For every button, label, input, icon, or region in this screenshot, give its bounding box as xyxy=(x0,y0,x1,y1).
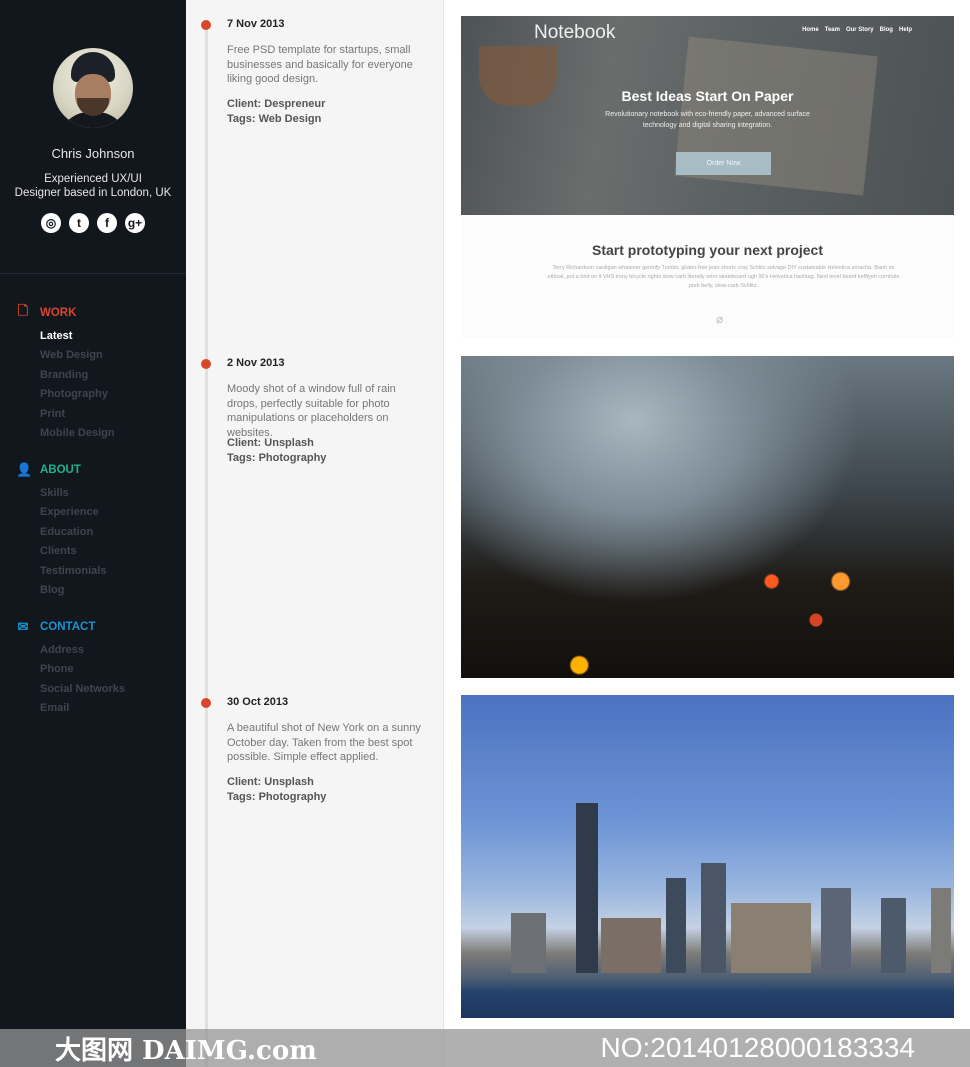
nav-heading-label: ABOUT xyxy=(40,464,81,476)
nav-section-work: 🗋 WORK Latest Web Design Branding Photography… xyxy=(0,303,186,443)
preview-nav: Home Team Our Story Blog Help xyxy=(802,27,912,33)
nav-item[interactable]: Clients xyxy=(40,542,186,561)
nav-item[interactable]: Experience xyxy=(40,503,186,522)
post-date: 7 Nov 2013 xyxy=(227,18,285,30)
watermark-bar: 大图网 DAIMG.com NO:20140128000183334 xyxy=(0,1029,970,1067)
facebook-icon[interactable]: f xyxy=(97,213,117,233)
post-client: Client: Unsplash xyxy=(227,437,314,449)
post-meta: Client: Unsplash Tags: Photography xyxy=(227,436,326,466)
post-description: Moody shot of a window full of rain drop… xyxy=(227,383,396,439)
watermark-right: NO:20140128000183334 xyxy=(600,1032,915,1063)
user-icon: 👤 xyxy=(16,462,33,477)
sidebar: Chris Johnson Experienced UX/UI Designer … xyxy=(0,0,186,1067)
nav-heading-label: CONTACT xyxy=(40,621,96,633)
nav-item[interactable]: Photography xyxy=(40,385,186,404)
nav-heading-label: WORK xyxy=(40,307,77,319)
preview-nav-link[interactable]: Help xyxy=(899,27,912,33)
post-date: 2 Nov 2013 xyxy=(227,357,285,369)
preview-nav-link[interactable]: Our Story xyxy=(846,27,874,33)
timeline: 7 Nov 2013 Free PSD template for startups… xyxy=(186,0,444,1067)
post-client: Client: Unsplash xyxy=(227,776,314,788)
post-meta: Client: Despreneur Tags: Web Design xyxy=(227,97,325,127)
post-tags: Tags: Photography xyxy=(227,791,327,803)
post-date: 30 Oct 2013 xyxy=(227,696,289,708)
dribbble-icon[interactable]: ◎ xyxy=(41,213,61,233)
section-title: Start prototyping your next project xyxy=(591,242,823,258)
timeline-dot xyxy=(201,359,211,369)
new-york-photo[interactable] xyxy=(461,695,954,1018)
post-description: A beautiful shot of New York on a sunny … xyxy=(227,722,421,764)
paperclip-icon: ⌀ xyxy=(716,312,724,326)
bio-line: Designer based in London, UK xyxy=(14,187,172,199)
preview-logo: Notebook xyxy=(534,22,616,43)
avatar xyxy=(53,48,133,128)
order-now-button[interactable]: Order Now xyxy=(676,152,771,175)
post-meta: Client: Unsplash Tags: Photography xyxy=(227,775,326,805)
nav-item[interactable]: Latest xyxy=(40,327,186,346)
twitter-icon[interactable]: t xyxy=(69,213,89,233)
nav-item[interactable]: Email xyxy=(40,699,186,718)
nav-section-about: 👤 ABOUT Skills Experience Education Clients Te… xyxy=(0,462,186,600)
divider xyxy=(0,273,186,274)
nav-item[interactable]: Testimonials xyxy=(40,562,186,581)
nav-item[interactable]: Print xyxy=(40,405,186,424)
nav-heading-work[interactable]: 🗋 WORK xyxy=(0,303,186,321)
post-client: Client: Despreneur xyxy=(227,98,326,110)
preview-nav-link[interactable]: Home xyxy=(802,27,819,33)
timeline-line xyxy=(205,20,208,1067)
nav-item[interactable]: Mobile Design xyxy=(40,424,186,443)
nav-item[interactable]: Web Design xyxy=(40,346,186,365)
nav-heading-contact[interactable]: ✉ CONTACT xyxy=(0,619,186,635)
notebook-template-preview[interactable]: Notebook Home Team Our Story Blog Help Best … xyxy=(461,16,954,215)
google-plus-icon[interactable]: g+ xyxy=(125,213,145,233)
timeline-dot xyxy=(201,20,211,30)
nav-item[interactable]: Social Networks xyxy=(40,680,186,699)
preview-nav-link[interactable]: Blog xyxy=(880,27,893,33)
timeline-dot xyxy=(201,698,211,708)
nav-item[interactable]: Skills xyxy=(40,484,186,503)
bio-line: Experienced UX/UI xyxy=(44,173,142,185)
profile-name: Chris Johnson xyxy=(51,146,135,161)
post-tags: Tags: Photography xyxy=(227,452,327,464)
preview-nav-link[interactable]: Team xyxy=(825,27,840,33)
document-icon: 🗋 xyxy=(17,303,29,318)
social-links: ◎ t f g+ xyxy=(41,213,145,233)
nav-item[interactable]: Phone xyxy=(40,660,186,679)
nav-heading-about[interactable]: 👤 ABOUT xyxy=(0,462,186,478)
preview-headline: Best Ideas Start On Paper xyxy=(621,88,794,104)
profile-bio: Experienced UX/UI Designer based in Londo… xyxy=(0,172,186,200)
nav-item[interactable]: Education xyxy=(40,523,186,542)
preview-subline: Revolutionary notebook with eco-friendly… xyxy=(605,111,810,129)
watermark-left: 大图网 DAIMG.com xyxy=(55,1035,317,1066)
nav-section-contact: ✉ CONTACT Address Phone Social Networks Email xyxy=(0,619,186,719)
nav-item[interactable]: Blog xyxy=(40,581,186,600)
nav-item[interactable]: Branding xyxy=(40,366,186,385)
section-text: Terry Richardson cardigan whatever gentr… xyxy=(547,265,900,289)
envelope-icon: ✉ xyxy=(17,619,29,634)
nav-item[interactable]: Address xyxy=(40,641,186,660)
preview-section: Start prototyping your next project Terr… xyxy=(461,215,954,338)
post-tags: Tags: Web Design xyxy=(227,113,322,125)
post-description: Free PSD template for startups, small bu… xyxy=(227,44,413,86)
rain-photo[interactable] xyxy=(461,356,954,678)
